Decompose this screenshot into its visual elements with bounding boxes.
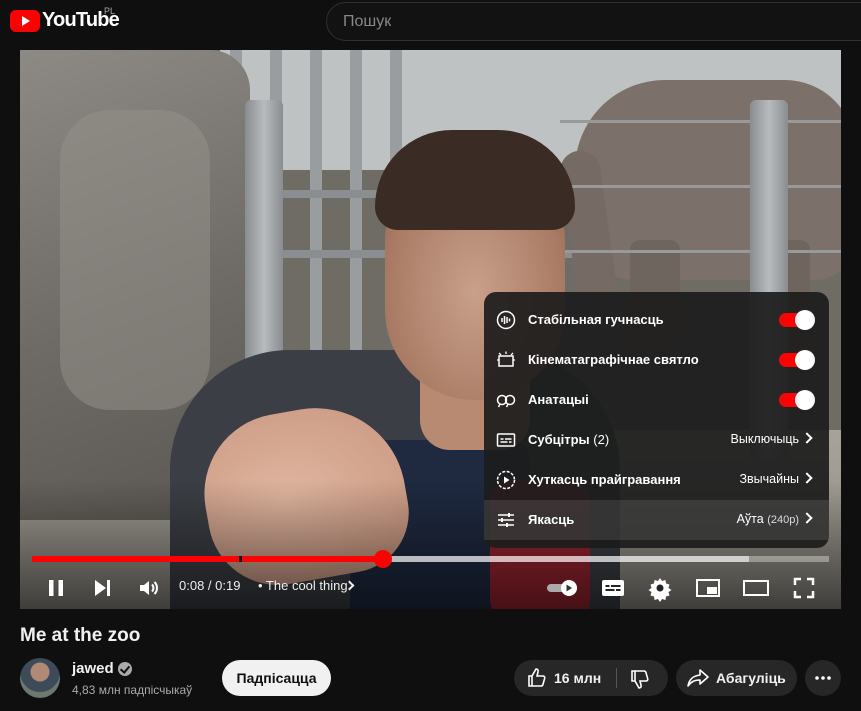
share-button[interactable]: Абагуліць	[676, 660, 797, 696]
setting-stable-volume[interactable]: Стабільная гучнасць	[484, 300, 829, 340]
search-box[interactable]	[326, 2, 861, 41]
volume-icon[interactable]	[133, 572, 165, 604]
like-button[interactable]: 16 млн	[514, 660, 616, 696]
quality-icon	[498, 513, 514, 527]
ambient-mode-toggle[interactable]	[779, 350, 815, 370]
setting-ambient-mode[interactable]: Кінематаграфічнае святло	[484, 340, 829, 380]
playback-speed-icon	[496, 470, 516, 490]
chevron-right-icon	[801, 512, 813, 524]
player-controls: 0:08 / 0:19 • The cool thing	[20, 570, 841, 606]
autoplay-toggle-icon[interactable]	[545, 572, 581, 604]
video-player[interactable]: Стабільная гучнасць Кінематаграфічнае св…	[20, 50, 841, 609]
video-title: Me at the zoo	[20, 625, 141, 646]
progress-bar[interactable]	[32, 550, 829, 568]
share-icon	[687, 669, 709, 687]
subtitles-label: Субцітры	[528, 432, 590, 447]
subtitles-icon	[496, 433, 516, 447]
subtitles-count: (2)	[593, 432, 610, 447]
stable-volume-icon	[496, 310, 516, 330]
chevron-right-icon	[801, 432, 813, 444]
thumbs-up-icon	[528, 668, 546, 687]
settings-menu: Стабільная гучнасць Кінематаграфічнае св…	[484, 292, 829, 548]
search-input[interactable]	[343, 11, 843, 33]
chapter-title[interactable]: • The cool thing	[258, 578, 348, 593]
youtube-play-icon	[10, 9, 40, 32]
setting-value: Звычайны	[739, 472, 799, 486]
setting-quality[interactable]: Якасць Аўта (240p)	[484, 500, 829, 540]
more-horizontal-icon	[815, 676, 831, 680]
annotations-icon	[496, 394, 516, 408]
played-bar	[32, 556, 383, 562]
setting-label: Кінематаграфічнае святло	[528, 352, 699, 367]
verified-badge-icon	[118, 662, 132, 676]
pause-icon[interactable]	[40, 572, 72, 604]
scrubber-handle[interactable]	[373, 550, 392, 568]
setting-label: Анатацыі	[528, 392, 589, 407]
miniplayer-icon[interactable]	[692, 572, 724, 604]
setting-playback-speed[interactable]: Хуткасць прайгравання Звычайны	[484, 460, 829, 500]
setting-value: Выключыць	[730, 432, 800, 446]
stable-volume-toggle[interactable]	[779, 310, 815, 330]
like-dislike-group: 16 млн	[514, 660, 668, 696]
top-bar: YouTube PL	[0, 0, 861, 44]
setting-label: Субцітры (2)	[528, 432, 609, 447]
subscriber-count: 4,83 млн падпісчыкаў	[72, 683, 193, 697]
quality-value: Аўта	[736, 512, 764, 526]
chapter-divider	[239, 556, 243, 562]
ambient-mode-icon	[497, 351, 515, 367]
region-code: PL	[104, 6, 116, 16]
setting-value: Аўта (240p)	[737, 512, 799, 526]
thumbs-down-icon	[631, 670, 649, 689]
dislike-button[interactable]	[617, 660, 668, 696]
more-actions-button[interactable]	[805, 660, 841, 696]
chevron-right-icon	[801, 472, 813, 484]
quality-resolution: (240p)	[767, 514, 799, 526]
subtitles-icon[interactable]	[597, 572, 629, 604]
setting-label: Хуткасць прайгравання	[528, 472, 681, 487]
settings-gear-icon[interactable]	[644, 572, 676, 604]
time-display: 0:08 / 0:19	[179, 578, 241, 593]
setting-subtitles[interactable]: Субцітры (2) Выключыць	[484, 420, 829, 460]
avatar[interactable]	[20, 658, 60, 698]
like-count: 16 млн	[554, 670, 602, 686]
theater-mode-icon[interactable]	[740, 572, 772, 604]
next-icon[interactable]	[86, 572, 118, 604]
share-label: Абагуліць	[716, 670, 786, 686]
setting-annotations[interactable]: Анатацыі	[484, 380, 829, 420]
fullscreen-icon[interactable]	[788, 572, 820, 604]
setting-label: Стабільная гучнасць	[528, 312, 664, 327]
setting-label: Якасць	[528, 512, 575, 527]
youtube-logo[interactable]: YouTube	[10, 9, 120, 32]
subscribe-button[interactable]: Падпісацца	[222, 660, 331, 696]
annotations-toggle[interactable]	[779, 390, 815, 410]
channel-name[interactable]: jawed	[72, 660, 114, 677]
